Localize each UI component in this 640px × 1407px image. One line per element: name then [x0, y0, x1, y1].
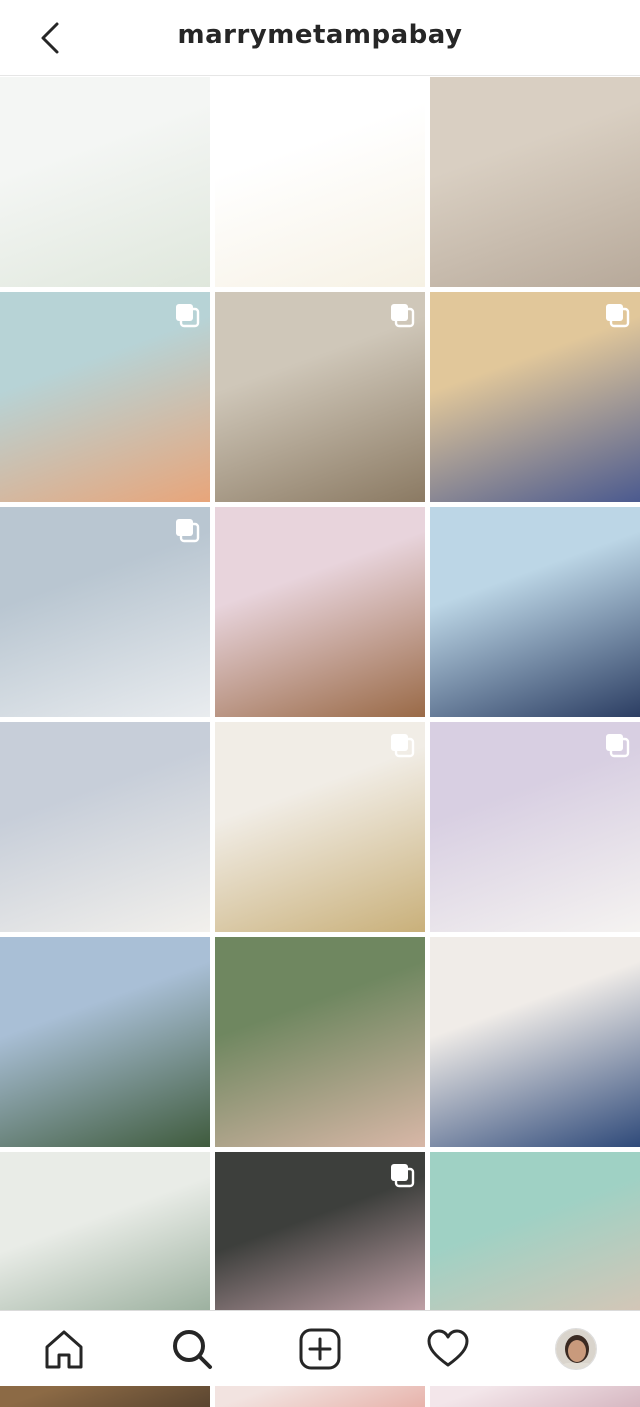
post-pastel-cake[interactable]	[430, 722, 640, 932]
heart-icon	[427, 1329, 469, 1366]
tab-new-post[interactable]	[288, 1317, 352, 1381]
carousel-icon	[176, 519, 200, 543]
post-thumbnail	[430, 507, 640, 717]
post-bridesmaids-group[interactable]	[215, 937, 425, 1147]
post-menu-place-setting[interactable]	[215, 722, 425, 932]
post-drinks-table[interactable]	[0, 292, 210, 502]
post-cake-cart-illustration[interactable]	[215, 77, 425, 287]
carousel-icon	[391, 734, 415, 758]
tab-activity[interactable]	[416, 1317, 480, 1381]
home-icon	[45, 1330, 83, 1368]
post-thumbnail	[0, 937, 210, 1147]
post-beach-arch[interactable]	[0, 507, 210, 717]
post-thumbnail	[215, 77, 425, 287]
post-thumbnail	[215, 507, 425, 717]
plus-square-icon	[299, 1328, 341, 1369]
post-blue-doors[interactable]	[430, 292, 640, 502]
carousel-icon	[606, 304, 630, 328]
tab-home[interactable]	[32, 1317, 96, 1381]
bottom-tab-bar	[0, 1310, 640, 1386]
post-thumbnail	[215, 937, 425, 1147]
explore-grid	[0, 77, 640, 1407]
carousel-icon	[606, 734, 630, 758]
post-vows-officiant[interactable]	[430, 937, 640, 1147]
carousel-icon	[176, 304, 200, 328]
tab-profile[interactable]	[544, 1317, 608, 1381]
post-gazebo-kiss[interactable]	[215, 292, 425, 502]
post-couple-smoke[interactable]	[430, 507, 640, 717]
post-place-card[interactable]	[215, 507, 425, 717]
post-bouquet-bridesmaid[interactable]	[0, 722, 210, 932]
post-palm-ceremony[interactable]	[0, 937, 210, 1147]
post-thumbnail	[0, 77, 210, 287]
tab-search[interactable]	[160, 1317, 224, 1381]
post-couple-indoor[interactable]	[430, 77, 640, 287]
top-bar: marrymetampabay	[0, 0, 640, 76]
post-thumbnail	[430, 937, 640, 1147]
carousel-icon	[391, 304, 415, 328]
search-icon	[173, 1329, 212, 1369]
carousel-icon	[391, 1164, 415, 1188]
avatar	[555, 1327, 597, 1370]
post-reception-tables[interactable]	[0, 77, 210, 287]
post-thumbnail	[0, 722, 210, 932]
page-title: marrymetampabay	[177, 20, 463, 50]
post-thumbnail	[430, 77, 640, 287]
